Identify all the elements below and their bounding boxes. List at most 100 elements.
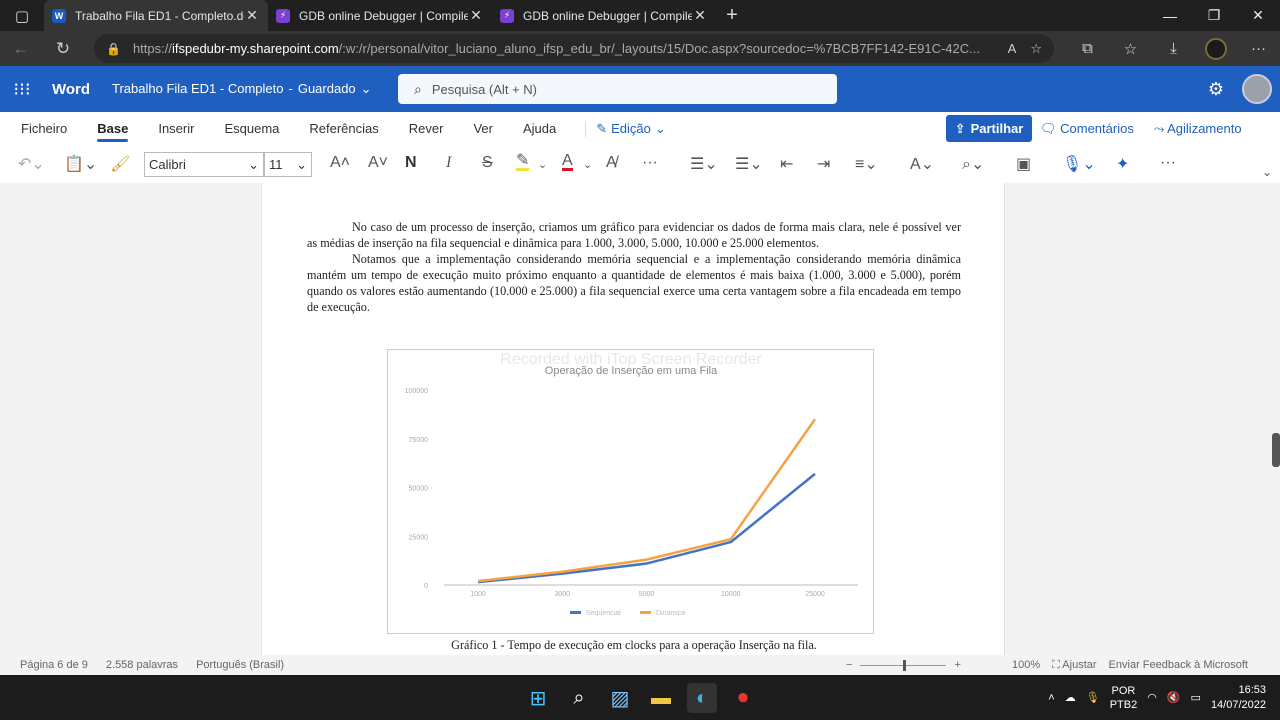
profile-avatar[interactable] <box>1205 37 1227 60</box>
format-painter-icon[interactable]: 🖌 <box>110 154 130 174</box>
zoom-level[interactable]: 100% <box>1012 659 1040 671</box>
shrink-font-icon[interactable]: A˅ <box>368 154 388 172</box>
undo-icon[interactable]: ↶⌄ <box>18 154 45 174</box>
clear-formatting-icon[interactable]: A̸ <box>606 154 617 172</box>
page-count[interactable]: Página 6 de 9 <box>20 659 88 671</box>
app-name[interactable]: Word <box>52 81 108 98</box>
search-input[interactable]: ⌕ Pesquisa (Alt + N) <box>398 74 837 104</box>
more-options-icon[interactable]: ··· <box>1160 154 1176 172</box>
chevron-down-icon[interactable]: ⌄ <box>538 158 547 171</box>
tab-esquema[interactable]: Esquema <box>209 112 294 145</box>
chevron-down-icon[interactable]: ⌄ <box>583 158 592 171</box>
bold-icon[interactable]: N <box>405 154 417 172</box>
comments-button[interactable]: 🗨 Comentários <box>1040 121 1134 137</box>
new-tab-button[interactable]: + <box>716 0 748 31</box>
decrease-indent-icon[interactable]: ⇤ <box>780 154 793 174</box>
read-aloud-icon[interactable]: A <box>1008 41 1017 57</box>
chevron-up-icon[interactable]: ˄ <box>1048 692 1054 704</box>
minimize-button[interactable]: — <box>1148 0 1192 31</box>
doc-title-button[interactable]: Trabalho Fila ED1 - Completo - Guardado … <box>112 81 372 97</box>
tab-ficheiro[interactable]: Ficheiro <box>0 112 82 145</box>
body-text[interactable]: No caso de um processo de inserção, cria… <box>307 219 961 315</box>
browser-tab-3[interactable]: ⚡ GDB online Debugger | Compile ✕ <box>492 0 716 31</box>
paragraph-2[interactable]: Notamos que a implementação considerando… <box>307 251 961 315</box>
more-font-options-icon[interactable]: ··· <box>642 154 658 172</box>
browser-tab-2[interactable]: ⚡ GDB online Debugger | Compile ✕ <box>268 0 492 31</box>
italic-icon[interactable]: I <box>446 154 451 172</box>
find-icon[interactable]: ⌕⌄ <box>962 154 984 174</box>
zoom-slider[interactable] <box>860 659 947 671</box>
highlight-icon[interactable]: ✎ <box>516 153 530 171</box>
microphone-icon[interactable]: 🎙 <box>1086 691 1100 704</box>
zoom-slider-thumb[interactable] <box>903 659 907 671</box>
extensions-icon[interactable]: ⧉ <box>1066 40 1109 57</box>
favorite-add-icon[interactable]: ☆ <box>1030 41 1042 57</box>
edit-mode-button[interactable]: ✎ Edição ⌄ <box>585 120 666 137</box>
zoom-out-icon[interactable]: − <box>846 659 852 671</box>
app-launcher-icon[interactable]: ⁝⁝⁝ <box>0 79 44 100</box>
gear-icon[interactable]: ⚙ <box>1208 79 1224 100</box>
feedback-link[interactable]: Enviar Feedback à Microsoft <box>1109 659 1248 671</box>
tab-ver[interactable]: Ver <box>458 112 508 145</box>
close-window-button[interactable]: ✕ <box>1236 0 1280 31</box>
url-bar[interactable]: 🔒 https://ifspedubr-my.sharepoint.com/:w… <box>94 34 1054 63</box>
insertion-chart[interactable]: Recorded with iTop Screen Recorder Opera… <box>387 349 874 634</box>
editor-icon[interactable]: ▣ <box>1016 154 1031 174</box>
styles-icon[interactable]: A⌄ <box>910 154 934 174</box>
increase-indent-icon[interactable]: ⇥ <box>817 154 830 174</box>
search-icon[interactable]: ⌕ <box>564 683 594 713</box>
volume-muted-icon[interactable]: 🔇 <box>1167 691 1181 704</box>
back-button[interactable]: ← <box>0 31 42 66</box>
scrollbar-thumb[interactable] <box>1272 433 1280 467</box>
numbering-icon[interactable]: ☰⌄ <box>735 154 763 174</box>
close-tab-icon[interactable]: ✕ <box>692 7 708 24</box>
grow-font-icon[interactable]: A˄ <box>330 154 350 172</box>
battery-icon[interactable]: ▭ <box>1191 691 1201 704</box>
designer-icon[interactable]: ✦ <box>1116 154 1129 174</box>
windows-start-icon[interactable]: ⊞ <box>523 683 553 713</box>
tab-rever[interactable]: Rever <box>394 112 459 145</box>
url-host: ifspedubr-my.sharepoint.com <box>171 41 339 56</box>
wifi-icon[interactable]: ◠ <box>1147 691 1157 704</box>
tab-referencias[interactable]: Referências <box>294 112 393 145</box>
downloads-icon[interactable]: ⤓ <box>1152 40 1195 57</box>
word-count[interactable]: 2.558 palavras <box>106 659 178 671</box>
close-tab-icon[interactable]: ✕ <box>244 7 260 24</box>
strikethrough-icon[interactable]: S <box>482 154 493 172</box>
document-page[interactable]: No caso de um processo de inserção, cria… <box>261 183 1005 655</box>
font-size-select[interactable]: 11 ⌄ <box>264 152 312 177</box>
save-status: Guardado <box>297 81 356 96</box>
align-icon[interactable]: ≡⌄ <box>855 154 878 174</box>
refresh-button[interactable]: ↻ <box>42 31 84 66</box>
restore-button[interactable]: ❐ <box>1192 0 1236 31</box>
dictate-icon[interactable]: 🎙⌄ <box>1062 154 1096 174</box>
user-avatar[interactable] <box>1242 74 1272 104</box>
tab-actions-icon[interactable]: ▢ <box>0 0 44 31</box>
font-color-icon[interactable]: A <box>562 153 573 171</box>
browser-tab-1[interactable]: W Trabalho Fila ED1 - Completo.do ✕ <box>44 0 268 31</box>
input-language[interactable]: POR PTB2 <box>1110 684 1138 712</box>
file-explorer-icon[interactable]: ▬ <box>646 683 676 713</box>
paragraph-1[interactable]: No caso de um processo de inserção, cria… <box>307 219 961 251</box>
font-name-select[interactable]: Calibri ⌄ <box>144 152 264 177</box>
fit-button[interactable]: ⛶ Ajustar <box>1052 659 1096 672</box>
language-status[interactable]: Português (Brasil) <box>196 659 284 671</box>
expand-ribbon-icon[interactable]: ⌄ <box>1262 165 1272 179</box>
zoom-in-icon[interactable]: + <box>954 659 960 671</box>
tab-ajuda[interactable]: Ajuda <box>508 112 571 145</box>
onedrive-icon[interactable]: ☁ <box>1065 691 1076 704</box>
paste-icon[interactable]: 📋⌄ <box>64 154 97 174</box>
catchup-button[interactable]: ⤳ Agilizamento <box>1154 121 1242 137</box>
more-menu-icon[interactable]: ··· <box>1237 40 1280 57</box>
close-tab-icon[interactable]: ✕ <box>468 7 484 24</box>
favorites-icon[interactable]: ☆ <box>1109 40 1152 58</box>
tab-base[interactable]: Base <box>82 112 143 145</box>
share-button[interactable]: ⇪ Partilhar <box>946 115 1032 142</box>
clock[interactable]: 16:53 14/07/2022 <box>1211 683 1266 713</box>
bullets-icon[interactable]: ☰⌄ <box>690 154 718 174</box>
edge-icon[interactable]: ◐ <box>687 683 717 713</box>
screen-recorder-icon[interactable]: ⏺ <box>728 683 758 713</box>
tab-inserir[interactable]: Inserir <box>143 112 209 145</box>
photos-icon[interactable]: ▨ <box>605 683 635 713</box>
document-area[interactable]: No caso de um processo de inserção, cria… <box>0 183 1280 655</box>
